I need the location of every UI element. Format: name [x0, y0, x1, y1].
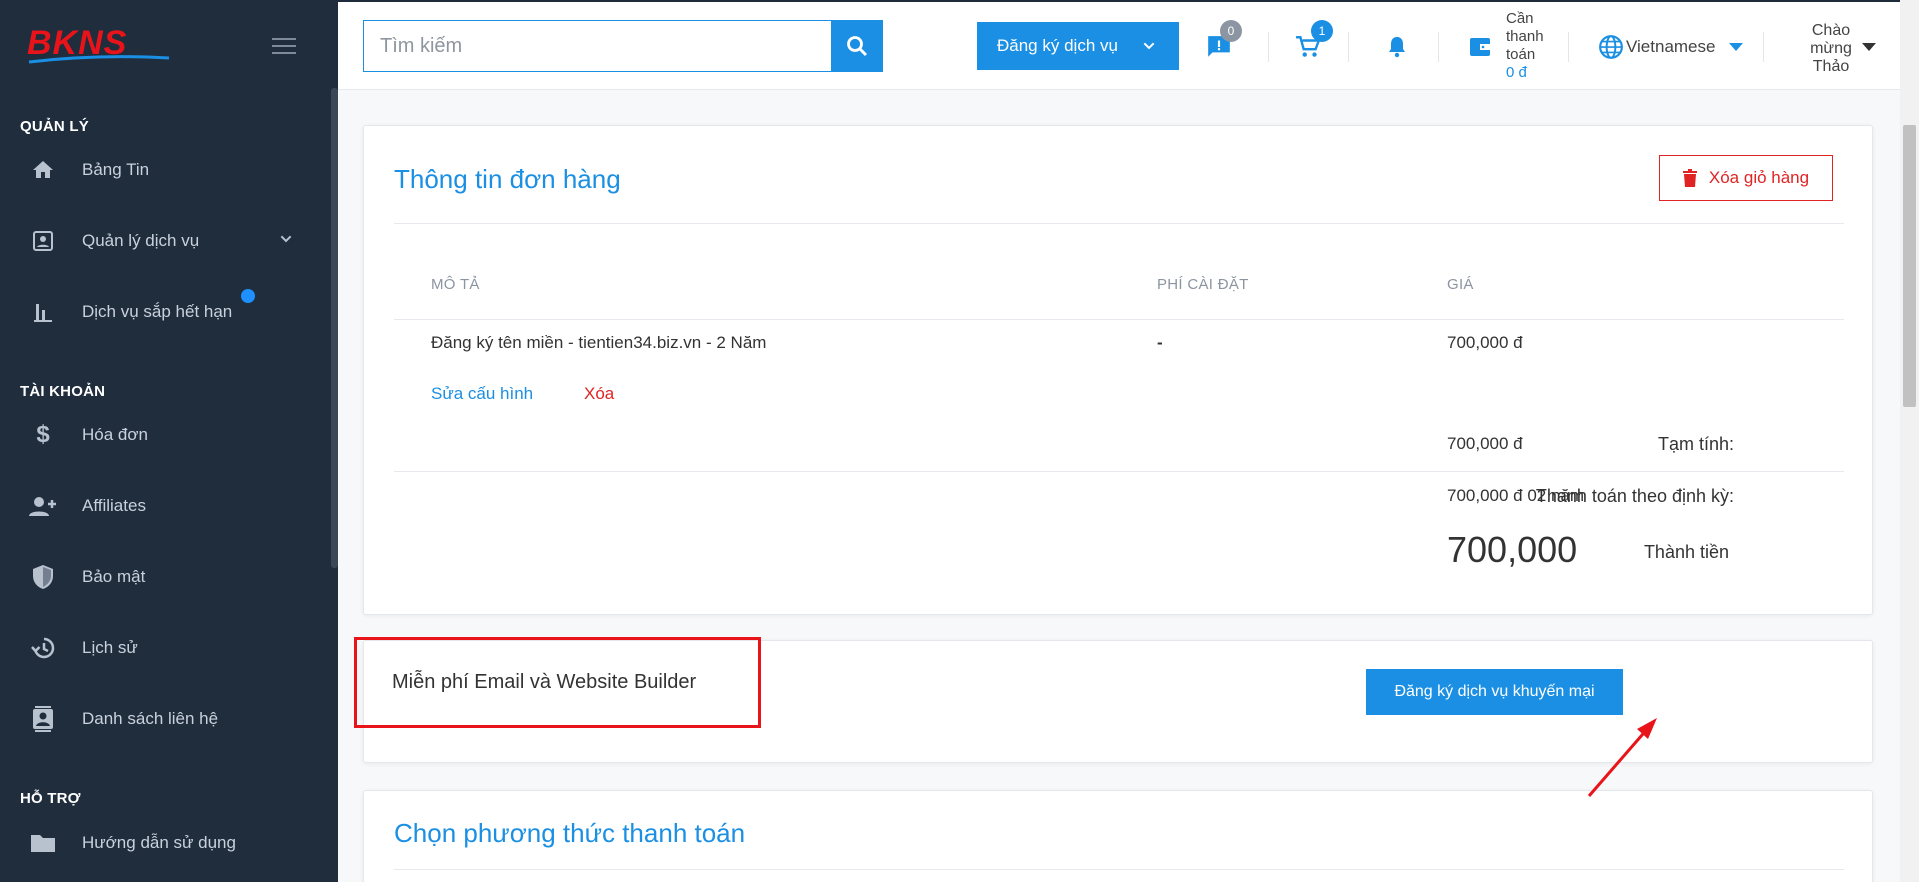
sidebar-item-dashboard[interactable]: Bảng Tin [0, 142, 330, 198]
notifications-button[interactable] [1382, 32, 1412, 62]
section-title-manage: QUẢN LÝ [20, 118, 89, 135]
column-header-description: MÔ TẢ [431, 276, 480, 293]
caret-down-icon[interactable] [1862, 42, 1876, 52]
language-selector[interactable]: Vietnamese [1598, 34, 1744, 60]
divider [1348, 32, 1349, 62]
total-label: Thành tiền [1643, 542, 1729, 562]
column-header-price: GIÁ [1447, 276, 1474, 293]
shield-icon [28, 562, 58, 592]
sidebar-item-invoices[interactable]: $ Hóa đơn [0, 407, 330, 463]
search-button[interactable] [831, 20, 883, 72]
bar-chart-icon [28, 297, 58, 327]
globe-icon [1599, 35, 1623, 59]
top-bar: Đăng ký dịch vụ 0 1 Cần thanh toán 0 đ [338, 0, 1900, 90]
menu-toggle-icon[interactable] [272, 38, 296, 56]
sidebar-item-label: Bảo mật [82, 567, 146, 586]
section-title-support: HỖ TRỢ [20, 790, 81, 807]
sidebar-item-label: Lịch sử [82, 638, 138, 657]
chevron-down-icon [1141, 38, 1157, 59]
chevron-down-icon[interactable] [278, 231, 294, 252]
register-promo-button[interactable]: Đăng ký dịch vụ khuyến mại [1366, 669, 1623, 715]
wallet-icon [1465, 32, 1495, 62]
clear-cart-button[interactable]: Xóa giỏ hàng [1659, 155, 1833, 201]
history-icon [28, 633, 58, 663]
search-icon [847, 36, 868, 57]
order-item-description: Đăng ký tên miền - tientien34.biz.vn - 2… [431, 333, 767, 352]
recurring-payment-value: 700,000 đ 02 năm [1447, 486, 1585, 505]
divider [394, 319, 1844, 320]
cart-button[interactable]: 1 [1293, 20, 1333, 62]
sidebar-item-expiring-services[interactable]: Dịch vụ sắp hết hạn [0, 284, 330, 340]
sidebar-item-label: Danh sách liên hệ [82, 709, 219, 728]
scrollbar-thumb[interactable] [1903, 125, 1916, 407]
language-label: Vietnamese [1626, 37, 1716, 56]
sidebar-item-label: Quản lý dịch vụ [82, 231, 200, 250]
dollar-icon: $ [36, 421, 50, 448]
payment-method-card: Chọn phương thức thanh toán [363, 790, 1873, 882]
search-box [363, 20, 883, 72]
sidebar-item-label: Hóa đơn [82, 425, 148, 444]
divider [1568, 32, 1569, 62]
payment-method-title: Chọn phương thức thanh toán [394, 818, 746, 848]
user-greeting[interactable]: Chào mừng Thảo [1801, 22, 1861, 76]
divider [394, 869, 1844, 870]
delete-item-link[interactable]: Xóa [584, 384, 614, 404]
divider [1268, 32, 1269, 62]
home-icon [28, 155, 58, 185]
section-title-account: TÀI KHOẢN [20, 383, 106, 400]
main-content: Đăng ký dịch vụ 0 1 Cần thanh toán 0 đ [338, 0, 1900, 882]
recurring-payment-label: Thanh toán theo định kỳ: [1535, 486, 1734, 506]
total-value: 700,000 [1447, 529, 1578, 570]
divider [1763, 32, 1764, 62]
subtotal-value: 700,000 đ [1447, 434, 1523, 453]
account-box-icon [28, 226, 58, 256]
order-info-title: Thông tin đơn hàng [394, 164, 621, 194]
add-user-icon [28, 491, 58, 521]
divider [1438, 32, 1439, 62]
messages-count-badge: 0 [1220, 20, 1242, 42]
sidebar-item-label: Affiliates [82, 496, 146, 515]
sidebar-item-label: Bảng Tin [82, 160, 150, 179]
folder-icon [28, 828, 58, 858]
sidebar-item-service-management[interactable]: Quản lý dịch vụ [0, 213, 330, 269]
edit-config-link[interactable]: Sửa cấu hình [431, 384, 533, 404]
sidebar-item-affiliates[interactable]: Affiliates [0, 478, 330, 534]
cart-count-badge: 1 [1311, 20, 1333, 42]
annotation-arrow-icon [1587, 718, 1657, 797]
sidebar-scrollbar[interactable] [331, 88, 338, 568]
divider [394, 223, 1844, 224]
order-item-setup-fee: - [1157, 333, 1163, 352]
sidebar-item-label: Dịch vụ sắp hết hạn [82, 302, 233, 321]
sidebar-item-security[interactable]: Bảo mật [0, 549, 330, 605]
register-service-label: Đăng ký dịch vụ [997, 36, 1118, 55]
sidebar-item-label: Hướng dẫn sử dụng [82, 833, 236, 852]
sidebar-item-history[interactable]: Lịch sử [0, 620, 330, 676]
sidebar-item-user-guide[interactable]: Hướng dẫn sử dụng [0, 815, 330, 871]
bkns-logo[interactable]: BKNS [27, 24, 172, 68]
bell-icon [1389, 37, 1405, 58]
search-input[interactable] [364, 21, 824, 71]
order-item-price: 700,000 đ [1447, 333, 1523, 352]
divider [394, 471, 1844, 472]
trash-icon [1682, 169, 1697, 187]
order-info-card: Thông tin đơn hàng Xóa giỏ hàng MÔ TẢ PH… [363, 125, 1873, 615]
messages-button[interactable]: 0 [1204, 20, 1242, 62]
notification-dot [241, 289, 255, 303]
sidebar-item-contacts[interactable]: Danh sách liên hệ [0, 691, 330, 747]
register-service-button[interactable]: Đăng ký dịch vụ [977, 22, 1179, 70]
subtotal-label: Tạm tính: [1657, 434, 1734, 454]
payment-due-label: Cần thanh toán [1506, 10, 1544, 63]
payment-due[interactable]: Cần thanh toán 0 đ [1506, 10, 1566, 82]
contacts-icon [28, 704, 58, 734]
annotation-highlight-box [354, 637, 761, 728]
column-header-setup-fee: PHÍ CÀI ĐẶT [1157, 276, 1249, 293]
clear-cart-label: Xóa giỏ hàng [1708, 168, 1810, 187]
sidebar: BKNS QUẢN LÝ Bảng Tin Quản lý dịch vụ Dị… [0, 0, 338, 882]
caret-down-icon [1729, 43, 1744, 51]
payment-due-amount: 0 đ [1506, 64, 1527, 81]
page-scrollbar[interactable] [1900, 0, 1919, 882]
